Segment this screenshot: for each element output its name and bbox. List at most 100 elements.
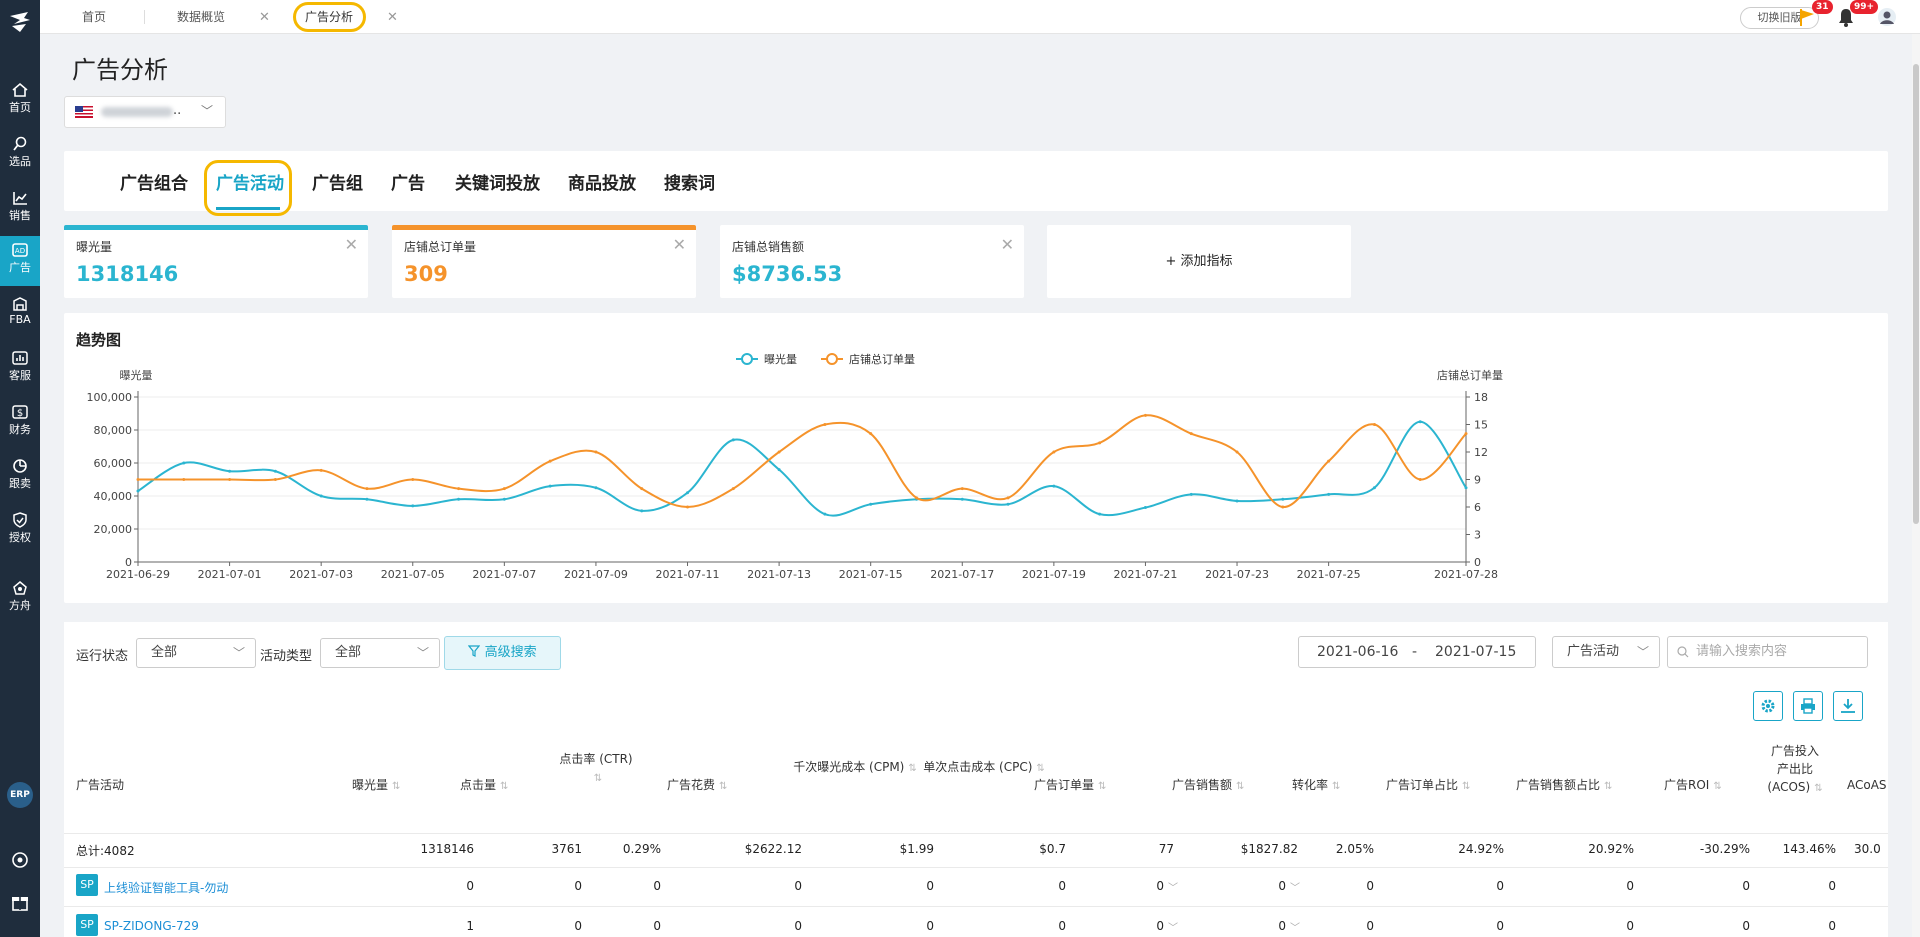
col-header-campaign[interactable]: 广告活动 <box>76 776 124 794</box>
tab-ad-group[interactable]: 广告组 <box>312 169 363 194</box>
campaign-link[interactable]: SP-ZIDONG-729 <box>104 919 199 933</box>
sort-icon[interactable]: ⇅ <box>392 781 400 792</box>
sort-icon[interactable]: ⇅ <box>1604 781 1612 792</box>
close-icon[interactable]: ✕ <box>345 235 358 254</box>
sort-icon[interactable]: ⇅ <box>594 773 602 784</box>
gear-icon <box>1761 699 1775 713</box>
print-button[interactable] <box>1793 691 1823 721</box>
col-header-acos[interactable]: 广告投入产出比 (ACOS) ⇅ <box>1766 742 1824 798</box>
close-icon[interactable]: ✕ <box>387 10 398 25</box>
tab-keyword-targeting[interactable]: 关键词投放 <box>455 169 540 194</box>
sort-icon[interactable]: ⇅ <box>500 781 508 792</box>
search-input[interactable]: 请输入搜索内容 <box>1667 636 1868 668</box>
col-header-ad-orders[interactable]: 广告订单量 ⇅ <box>1034 776 1106 796</box>
y-tick-label-right: 18 <box>1474 391 1488 404</box>
sort-icon[interactable]: ⇅ <box>1462 781 1470 792</box>
data-point <box>457 487 461 491</box>
tab-search-terms[interactable]: 搜索词 <box>664 169 715 194</box>
date-range-picker[interactable]: 2021-06-16 - 2021-07-15 <box>1298 636 1536 668</box>
sidebar-item-customer-service[interactable]: 客服 <box>0 344 40 394</box>
chevron-down-icon[interactable]: ﹀ <box>1164 879 1178 894</box>
data-point <box>228 478 232 481</box>
type-filter-select[interactable]: 全部 ﹀ <box>320 638 440 668</box>
data-point <box>1098 512 1102 516</box>
sidebar-item-fba[interactable]: FBA <box>0 290 40 340</box>
metric-card-impressions[interactable]: 曝光量 1318146 ✕ <box>64 225 368 298</box>
metric-card-store-sales[interactable]: 店铺总销售额 $8736.53 ✕ <box>720 225 1024 298</box>
sidebar-item-ark[interactable]: 方舟 <box>0 574 40 624</box>
close-icon[interactable]: ✕ <box>673 235 686 254</box>
page-scrollbar[interactable] <box>1912 34 1920 937</box>
col-header-cpm[interactable]: 千次曝光成本 (CPM) ⇅ <box>789 758 921 778</box>
sidebar-item-finance[interactable]: $ 财务 <box>0 398 40 448</box>
summary-cell: 20.92% <box>1588 842 1634 856</box>
sidebar-item-product-selection[interactable]: 选品 <box>0 130 40 180</box>
sort-icon[interactable]: ⇅ <box>1713 781 1721 792</box>
col-header-clicks[interactable]: 点击量 ⇅ <box>460 776 508 796</box>
sidebar-item-sales[interactable]: 销售 <box>0 184 40 234</box>
col-header-impressions[interactable]: 曝光量 ⇅ <box>352 776 400 796</box>
table-cell: 0 <box>1278 879 1286 893</box>
table-cell: 0 <box>1496 879 1504 893</box>
sort-icon[interactable]: ⇅ <box>1814 783 1822 794</box>
col-header-ad-roi[interactable]: 广告ROI ⇅ <box>1664 776 1722 796</box>
date-start: 2021-06-16 <box>1317 644 1399 660</box>
tab-product-targeting[interactable]: 商品投放 <box>568 169 636 194</box>
sort-icon[interactable]: ⇅ <box>1098 781 1106 792</box>
data-point <box>136 489 140 493</box>
data-point <box>731 487 735 491</box>
data-point <box>960 497 964 501</box>
sort-icon[interactable]: ⇅ <box>1036 763 1044 774</box>
tab-home[interactable]: 首页 <box>82 0 106 34</box>
sidebar-item-label: FBA <box>9 313 31 326</box>
close-icon[interactable]: ✕ <box>1001 235 1014 254</box>
sidebar-item-ads[interactable]: AD 广告 <box>0 236 40 286</box>
col-header-conversion[interactable]: 转化率 ⇅ <box>1292 776 1340 796</box>
summary-cell: 77 <box>1158 842 1174 856</box>
sidebar-item-label: 选品 <box>9 155 31 168</box>
app-logo-icon[interactable] <box>6 8 34 36</box>
erp-badge[interactable]: ERP <box>7 782 33 808</box>
col-header-ad-sales-share[interactable]: 广告销售额占比 ⇅ <box>1516 776 1612 796</box>
search-scope-select[interactable]: 广告活动 ﹀ <box>1552 636 1660 668</box>
settings-icon[interactable] <box>10 850 30 870</box>
page-title: 广告分析 <box>72 56 168 84</box>
sort-icon[interactable]: ⇅ <box>1332 781 1340 792</box>
col-header-acoas[interactable]: ACoAS <box>1847 776 1888 794</box>
sort-icon[interactable]: ⇅ <box>908 763 916 774</box>
tab-portfolio[interactable]: 广告组合 <box>120 169 188 194</box>
col-header-ad-sales[interactable]: 广告销售额 ⇅ <box>1172 776 1244 796</box>
store-selector[interactable]: .. ﹀ <box>64 96 226 128</box>
filter-icon <box>468 645 481 657</box>
sort-icon[interactable]: ⇅ <box>719 781 727 792</box>
scrollbar-thumb[interactable] <box>1913 64 1919 524</box>
status-filter-select[interactable]: 全部 ﹀ <box>136 638 256 668</box>
col-header-ctr[interactable]: 点击率 (CTR) ⇅ <box>551 750 641 788</box>
column-settings-button[interactable] <box>1753 691 1783 721</box>
sidebar-item-home[interactable]: 首页 <box>0 76 40 126</box>
chevron-down-icon[interactable]: ﹀ <box>1286 879 1300 894</box>
tab-data-overview[interactable]: 数据概览 ✕ <box>177 0 270 34</box>
sort-icon[interactable]: ⇅ <box>1236 781 1244 792</box>
campaign-link[interactable]: 上线验证智能工具-勿动 <box>104 879 228 896</box>
col-header-cpc[interactable]: 单次点击成本 (CPC) ⇅ <box>918 758 1050 778</box>
chevron-down-icon[interactable]: ﹀ <box>1286 919 1300 934</box>
metric-card-store-orders[interactable]: 店铺总订单量 309 ✕ <box>392 225 696 298</box>
col-header-ad-order-share[interactable]: 广告订单占比 ⇅ <box>1386 776 1470 796</box>
search-placeholder: 请输入搜索内容 <box>1696 644 1788 659</box>
advanced-search-button[interactable]: 高级搜索 <box>444 636 561 670</box>
chevron-down-icon[interactable]: ﹀ <box>1164 919 1178 934</box>
bell-count-badge: 99+ <box>1850 0 1879 14</box>
gift-icon[interactable] <box>10 892 30 912</box>
tab-ad[interactable]: 广告 <box>391 169 425 194</box>
download-button[interactable] <box>1833 691 1863 721</box>
metric-color-bar <box>392 225 696 230</box>
sidebar-item-label: 销售 <box>9 209 31 222</box>
add-metric-button[interactable]: + 添加指标 <box>1047 225 1351 298</box>
x-tick-label: 2021-07-11 <box>656 568 720 581</box>
sidebar-item-follow-sell[interactable]: 跟卖 <box>0 452 40 502</box>
col-header-spend[interactable]: 广告花费 ⇅ <box>667 776 727 796</box>
sidebar-item-authorization[interactable]: 授权 <box>0 506 40 556</box>
close-icon[interactable]: ✕ <box>259 10 270 25</box>
user-avatar-icon[interactable] <box>1876 6 1898 28</box>
